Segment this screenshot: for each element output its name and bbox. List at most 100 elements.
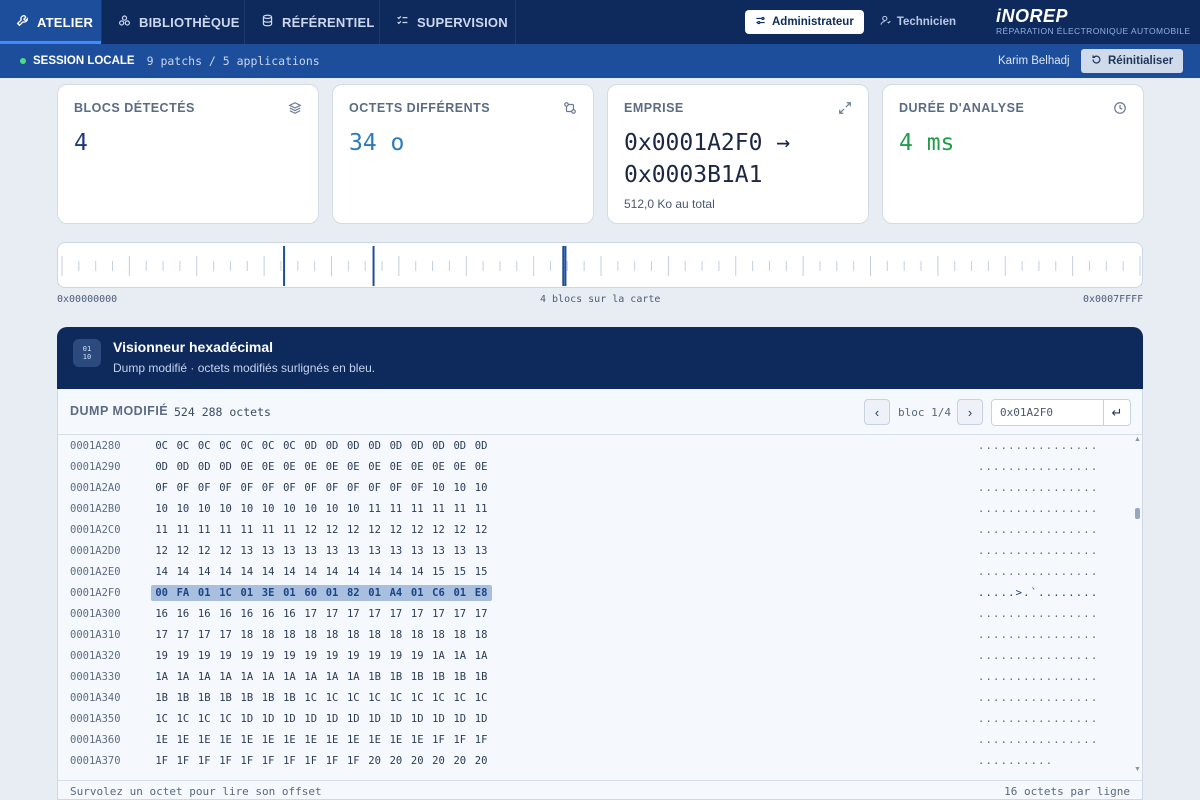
hex-byte[interactable]: 19 bbox=[279, 648, 300, 664]
hex-byte[interactable]: 0C bbox=[151, 438, 172, 454]
hex-byte[interactable]: 16 bbox=[236, 606, 257, 622]
hex-byte[interactable]: 0D bbox=[364, 438, 385, 454]
hex-byte[interactable]: 10 bbox=[300, 501, 321, 517]
hex-byte[interactable]: 1B bbox=[449, 669, 470, 685]
hex-byte[interactable]: 1E bbox=[300, 732, 321, 748]
hex-byte[interactable]: 1D bbox=[428, 711, 449, 727]
hex-byte[interactable]: 10 bbox=[257, 501, 278, 517]
hex-byte[interactable]: 11 bbox=[257, 522, 278, 538]
tab-atelier[interactable]: ATELIER bbox=[0, 0, 102, 44]
hex-byte[interactable]: 17 bbox=[300, 606, 321, 622]
hex-byte[interactable]: 13 bbox=[428, 543, 449, 559]
hex-byte[interactable]: 11 bbox=[172, 522, 193, 538]
hex-byte[interactable]: 17 bbox=[407, 606, 428, 622]
hex-byte[interactable]: 19 bbox=[343, 648, 364, 664]
hex-byte[interactable]: 0D bbox=[449, 438, 470, 454]
hex-byte[interactable]: 18 bbox=[470, 627, 491, 643]
hex-byte[interactable]: 0E bbox=[428, 459, 449, 475]
hex-byte[interactable]: 20 bbox=[449, 753, 470, 769]
hex-byte[interactable]: 1C bbox=[321, 690, 342, 706]
hex-scrollbar[interactable]: ▲ ▼ bbox=[1133, 435, 1142, 775]
hex-byte[interactable]: 1F bbox=[470, 732, 491, 748]
hex-byte[interactable]: 18 bbox=[449, 627, 470, 643]
hex-byte[interactable]: 18 bbox=[257, 627, 278, 643]
hex-byte[interactable]: 1B bbox=[151, 690, 172, 706]
hex-byte[interactable]: 13 bbox=[385, 543, 406, 559]
hex-byte[interactable]: 13 bbox=[300, 543, 321, 559]
hex-byte[interactable]: 16 bbox=[257, 606, 278, 622]
hex-byte[interactable]: 1E bbox=[385, 732, 406, 748]
hex-byte[interactable]: 1E bbox=[236, 732, 257, 748]
hex-byte[interactable]: 14 bbox=[215, 564, 236, 580]
hex-byte[interactable]: 19 bbox=[385, 648, 406, 664]
hex-byte[interactable]: 14 bbox=[343, 564, 364, 580]
hex-byte[interactable]: 0F bbox=[407, 480, 428, 496]
hex-byte[interactable]: 1A bbox=[257, 669, 278, 685]
hex-byte[interactable]: 1D bbox=[385, 711, 406, 727]
prev-block-button[interactable]: ‹ bbox=[864, 399, 890, 425]
hex-byte[interactable]: 1F bbox=[257, 753, 278, 769]
hex-byte[interactable]: 1B bbox=[194, 690, 215, 706]
scroll-thumb[interactable] bbox=[1135, 508, 1140, 519]
hex-byte[interactable]: 14 bbox=[300, 564, 321, 580]
hex-byte[interactable]: 1F bbox=[343, 753, 364, 769]
hex-byte[interactable]: 16 bbox=[215, 606, 236, 622]
hex-byte[interactable]: 0F bbox=[257, 480, 278, 496]
hex-byte[interactable]: 0E bbox=[470, 459, 491, 475]
hex-byte[interactable]: 11 bbox=[151, 522, 172, 538]
hex-byte[interactable]: 0F bbox=[236, 480, 257, 496]
hex-byte[interactable]: 01 bbox=[236, 585, 257, 601]
hex-byte[interactable]: 0F bbox=[300, 480, 321, 496]
hex-byte[interactable]: 14 bbox=[194, 564, 215, 580]
hex-byte[interactable]: 1A bbox=[215, 669, 236, 685]
hex-byte[interactable]: 1F bbox=[428, 732, 449, 748]
hex-byte[interactable]: 0E bbox=[364, 459, 385, 475]
goto-offset-input[interactable] bbox=[992, 400, 1103, 425]
hex-byte[interactable]: 11 bbox=[279, 522, 300, 538]
hex-byte[interactable]: 16 bbox=[279, 606, 300, 622]
hex-byte[interactable]: 1B bbox=[257, 690, 278, 706]
role-technicien-button[interactable]: Technicien bbox=[870, 10, 966, 34]
hex-byte[interactable]: 14 bbox=[236, 564, 257, 580]
hex-byte[interactable]: 1F bbox=[449, 732, 470, 748]
hex-byte[interactable]: 13 bbox=[407, 543, 428, 559]
hex-byte[interactable]: 0D bbox=[300, 438, 321, 454]
hex-byte[interactable]: 1B bbox=[385, 669, 406, 685]
hex-byte[interactable]: 1A bbox=[343, 669, 364, 685]
hex-byte[interactable]: 14 bbox=[407, 564, 428, 580]
hex-byte[interactable]: 17 bbox=[151, 627, 172, 643]
hex-byte[interactable]: 17 bbox=[470, 606, 491, 622]
hex-byte[interactable]: 0E bbox=[343, 459, 364, 475]
hex-byte[interactable]: 11 bbox=[236, 522, 257, 538]
hex-byte[interactable]: 16 bbox=[151, 606, 172, 622]
hex-byte[interactable]: 11 bbox=[428, 501, 449, 517]
hex-byte[interactable]: 20 bbox=[407, 753, 428, 769]
hex-byte[interactable]: 16 bbox=[172, 606, 193, 622]
hex-byte[interactable]: 19 bbox=[257, 648, 278, 664]
hex-byte[interactable]: 0E bbox=[385, 459, 406, 475]
hex-byte[interactable]: 10 bbox=[151, 501, 172, 517]
hex-byte[interactable]: 10 bbox=[215, 501, 236, 517]
hex-byte[interactable]: 10 bbox=[279, 501, 300, 517]
hex-byte[interactable]: 1F bbox=[172, 753, 193, 769]
tab-referentiel[interactable]: RÉFÉRENTIEL bbox=[245, 0, 380, 44]
hex-byte[interactable]: 1D bbox=[449, 711, 470, 727]
hex-byte[interactable]: 1F bbox=[300, 753, 321, 769]
hex-byte[interactable]: 60 bbox=[300, 585, 321, 601]
hex-byte[interactable]: 0D bbox=[321, 438, 342, 454]
hex-byte[interactable]: 19 bbox=[300, 648, 321, 664]
hex-byte[interactable]: 1F bbox=[321, 753, 342, 769]
hex-byte[interactable]: 0F bbox=[343, 480, 364, 496]
hex-byte[interactable]: 00 bbox=[151, 585, 172, 601]
hex-byte[interactable]: 0C bbox=[257, 438, 278, 454]
hex-byte[interactable]: 18 bbox=[364, 627, 385, 643]
hex-byte[interactable]: 1A bbox=[449, 648, 470, 664]
hex-byte[interactable]: 0E bbox=[300, 459, 321, 475]
hex-byte[interactable]: 12 bbox=[194, 543, 215, 559]
hex-byte[interactable]: 01 bbox=[321, 585, 342, 601]
hex-byte[interactable]: 12 bbox=[407, 522, 428, 538]
hex-byte[interactable]: 01 bbox=[364, 585, 385, 601]
tab-supervision[interactable]: SUPERVISION bbox=[380, 0, 516, 44]
block-map[interactable] bbox=[57, 242, 1143, 288]
hex-byte[interactable]: 17 bbox=[321, 606, 342, 622]
